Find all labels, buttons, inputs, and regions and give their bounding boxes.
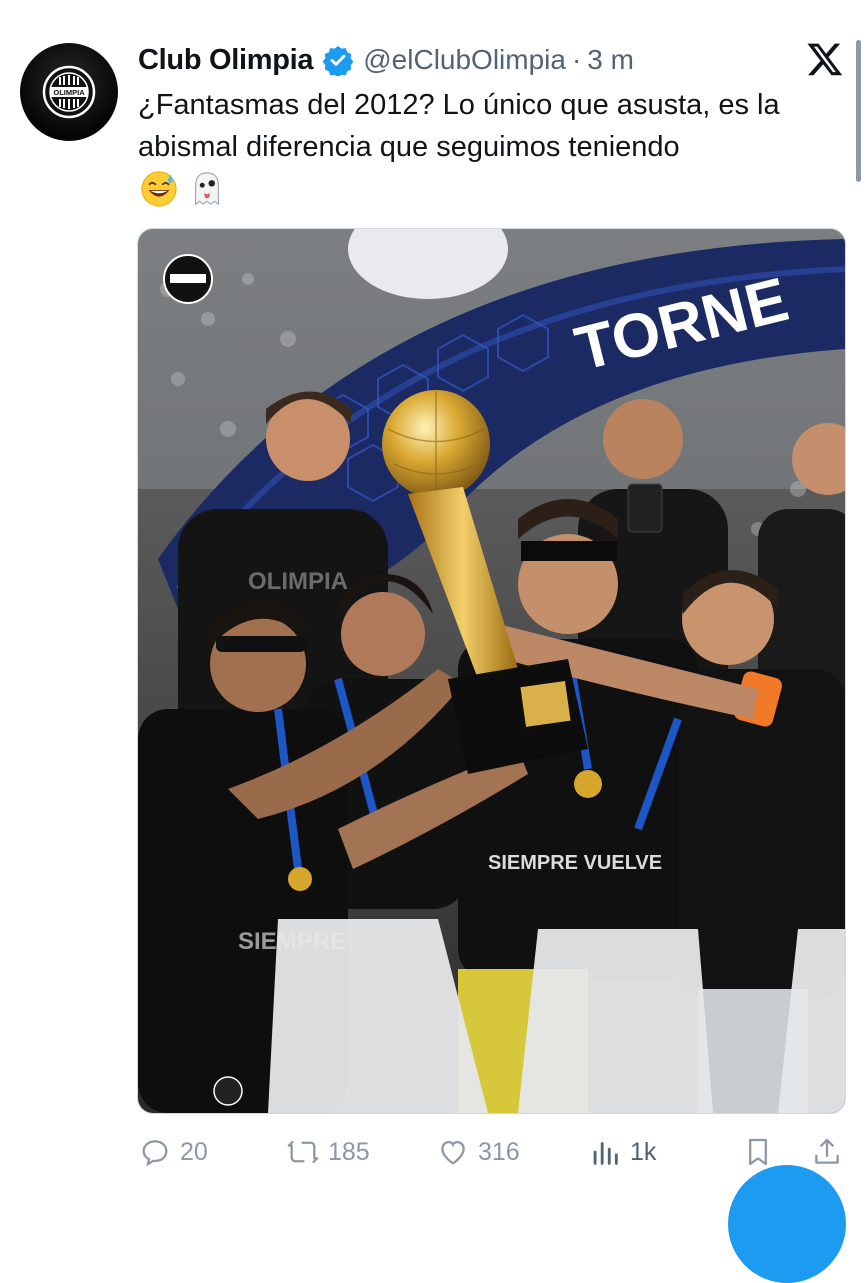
analytics-icon — [593, 1142, 618, 1165]
repost-count: 185 — [328, 1137, 370, 1166]
svg-text:SIEMPRE VUELVE: SIEMPRE VUELVE — [488, 852, 662, 874]
reply-count: 20 — [180, 1137, 208, 1166]
views-count: 1k — [630, 1137, 657, 1166]
ghost-emoji — [195, 172, 219, 206]
timestamp[interactable]: 3 m — [587, 44, 634, 76]
tweet-media-image[interactable]: TORNE OLIMPIA SIEMPRE VUELVE — [137, 228, 846, 1114]
author-avatar[interactable]: OLIMPIA — [20, 43, 118, 141]
heart-icon — [441, 1140, 465, 1165]
svg-text:OLIMPIA: OLIMPIA — [248, 568, 348, 595]
verified-badge-icon — [322, 46, 354, 76]
celebration-photo: TORNE OLIMPIA SIEMPRE VUELVE — [138, 229, 845, 1113]
reply-icon — [142, 1140, 168, 1167]
reply-button[interactable]: 20 — [138, 1130, 208, 1174]
compose-floating-button[interactable] — [728, 1165, 846, 1283]
author-handle[interactable]: @elClubOlimpia — [363, 44, 566, 76]
like-count: 316 — [478, 1137, 520, 1166]
sweat-smile-emoji — [141, 171, 177, 207]
tweet-actions: 20 185 316 1k — [138, 1130, 848, 1174]
author-name[interactable]: Club Olimpia — [138, 44, 314, 77]
repost-icon — [287, 1140, 319, 1164]
club-crest-icon: OLIMPIA — [42, 65, 96, 119]
like-button[interactable]: 316 — [436, 1130, 520, 1174]
emoji-row — [140, 170, 226, 208]
repost-button[interactable]: 185 — [286, 1130, 370, 1174]
separator-dot: · — [571, 44, 582, 75]
share-icon — [815, 1138, 839, 1164]
scrollbar-thumb[interactable] — [856, 40, 861, 182]
views-button[interactable]: 1k — [588, 1130, 656, 1174]
tweet-header: Club Olimpia @elClubOlimpia · 3 m — [138, 38, 634, 82]
bookmark-icon — [749, 1138, 767, 1166]
tweet-text: ¿Fantasmas del 2012? Lo único que asusta… — [138, 89, 780, 163]
share-button[interactable] — [810, 1130, 844, 1174]
svg-text:OLIMPIA: OLIMPIA — [53, 88, 85, 97]
x-logo-icon[interactable] — [806, 40, 844, 78]
